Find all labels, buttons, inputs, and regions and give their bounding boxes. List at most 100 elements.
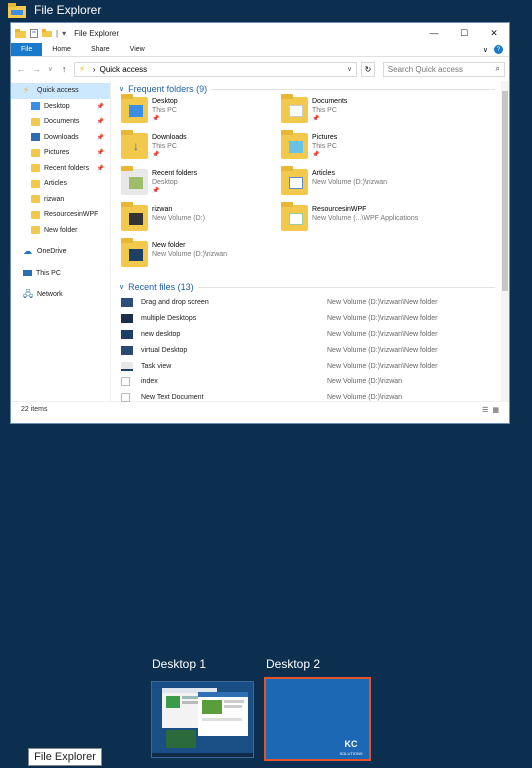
recent-file-row[interactable]: new desktop New Volume (D:)\rizwan\New fo… (121, 327, 509, 343)
details-view-icon[interactable]: ☰ (482, 406, 488, 414)
folder-tile-recent-folders[interactable]: Recent folders Desktop 📌 (121, 166, 281, 201)
folder-tile-pictures[interactable]: Pictures This PC 📌 (281, 130, 441, 165)
task-view-window-header[interactable]: File Explorer (0, 0, 532, 20)
section-title: Frequent folders (9) (128, 84, 208, 94)
nav-item-onedrive[interactable]: ☁ OneDrive (11, 244, 110, 260)
nav-item-desktop[interactable]: Desktop 📌 (11, 99, 110, 115)
tooltip: File Explorer (28, 748, 102, 766)
window-title: File Explorer (74, 28, 119, 38)
file-location: New Volume (D:)\rizwan (327, 394, 403, 402)
folder-tile-desktop[interactable]: Desktop This PC 📌 (121, 94, 281, 129)
nav-item-label: ResourcesinWPF (44, 211, 99, 219)
tab-view[interactable]: View (120, 43, 155, 56)
close-button[interactable]: ✕ (479, 23, 509, 43)
folder-tile-articles[interactable]: Articles New Volume (D:)\rizwan (281, 166, 441, 201)
up-button[interactable]: ↑ (58, 64, 70, 74)
folder-tile-new-folder[interactable]: New folder New Volume (D:)\rizwan (121, 238, 281, 273)
recent-locations-chevron-icon[interactable]: ∨ (46, 65, 54, 73)
scrollbar-thumb[interactable] (502, 91, 508, 291)
help-icon[interactable]: ? (494, 45, 503, 54)
folder-location: Desktop (152, 179, 178, 186)
nav-item-new-folder[interactable]: New folder (11, 223, 110, 239)
pin-icon: 📌 (312, 116, 320, 122)
expand-ribbon-chevron-icon[interactable]: ∨ (483, 46, 488, 54)
folder-location: This PC (152, 107, 177, 114)
nav-item-network[interactable]: 🖧 Network (11, 287, 110, 303)
folder-location: This PC (312, 143, 337, 150)
refresh-button[interactable]: ↻ (361, 61, 375, 77)
new-folder-icon[interactable] (42, 29, 52, 37)
folder-tile-downloads[interactable]: ↓ Downloads This PC 📌 (121, 130, 281, 165)
pin-icon[interactable]: 📌 (97, 165, 104, 172)
address-dropdown-chevron-icon[interactable]: ∨ (347, 65, 352, 73)
customize-toolbar-chevron-icon[interactable]: ▾ (62, 29, 66, 38)
desktop-folder-icon (121, 94, 148, 123)
pin-icon: 📌 (152, 152, 160, 158)
file-name: Drag and drop screen (141, 299, 209, 307)
pin-icon[interactable]: 📌 (97, 134, 104, 141)
desktop-1-thumbnail[interactable] (151, 681, 254, 758)
file-name: virtual Desktop (141, 346, 188, 354)
tab-file[interactable]: File (11, 43, 43, 56)
recent-folders-icon (121, 166, 148, 195)
nav-item-downloads[interactable]: Downloads 📌 (11, 130, 110, 146)
properties-icon[interactable] (30, 28, 38, 38)
recent-file-row[interactable]: Drag and drop screen New Volume (D:)\rizw… (121, 295, 509, 311)
recent-file-row[interactable]: multiple Desktops New Volume (D:)\rizwan\… (121, 311, 509, 327)
tab-home[interactable]: Home (42, 43, 81, 56)
recent-file-row[interactable]: New Text Document New Volume (D:)\rizwan (121, 390, 509, 406)
pin-icon[interactable]: 📌 (97, 103, 104, 110)
section-divider (211, 88, 495, 90)
nav-item-label: Documents (44, 118, 80, 126)
nav-item-documents[interactable]: Documents 📌 (11, 114, 110, 130)
maximize-button[interactable]: ☐ (449, 23, 479, 43)
file-name: new desktop (141, 330, 181, 338)
quick-access-lightning-icon: ⚡ (78, 63, 86, 74)
recent-files-header[interactable]: ∨ Recent files (13) (119, 279, 509, 295)
title-bar[interactable]: | ▾ File Explorer — ☐ ✕ (11, 23, 509, 43)
tab-share[interactable]: Share (81, 43, 120, 56)
folder-tile-documents[interactable]: Documents This PC 📌 (281, 94, 441, 129)
nav-item-label: Recent folders (44, 164, 90, 172)
nav-item-this-pc[interactable]: This PC (11, 266, 110, 282)
toolbar-separator: | (56, 28, 59, 38)
collapse-chevron-icon: ∨ (119, 284, 125, 291)
forward-button[interactable]: → (31, 64, 43, 74)
search-input[interactable]: Search Quick access ⌕ (382, 61, 505, 77)
network-icon: 🖧 (23, 288, 34, 299)
folder-location: New Volume (...\WPF Applications (312, 215, 419, 222)
nav-item-label: OneDrive (37, 248, 67, 256)
nav-item-recent-folders[interactable]: Recent folders 📌 (11, 161, 110, 177)
downloads-icon (31, 133, 40, 142)
recent-file-row[interactable]: Task view New Volume (D:)\rizwan\New fold… (121, 358, 509, 374)
file-explorer-window[interactable]: | ▾ File Explorer — ☐ ✕ File Home Share … (10, 22, 510, 424)
breadcrumb-separator-icon: › (92, 64, 96, 74)
pictures-folder-icon (31, 148, 40, 157)
nav-item-resourcesinwpf[interactable]: ResourcesinWPF (11, 207, 110, 223)
recent-file-row[interactable]: virtual Desktop New Volume (D:)\rizwan\Ne… (121, 342, 509, 358)
nav-item-pictures[interactable]: Pictures 📌 (11, 145, 110, 161)
folder-tile-rizwan[interactable]: rizwan New Volume (D:) (121, 202, 281, 237)
recent-file-row[interactable]: index New Volume (D:)\rizwan (121, 374, 509, 390)
folder-location: New Volume (D:)\rizwan (152, 251, 228, 258)
recent-files-list: Drag and drop screen New Volume (D:)\rizw… (119, 295, 509, 406)
address-bar[interactable]: ⚡ › Quick access ∨ (73, 61, 358, 77)
back-button[interactable]: ← (15, 64, 27, 74)
folder-icon (31, 226, 40, 235)
desktop-2-thumbnail[interactable]: KC SOLUTIONS (264, 677, 371, 761)
vertical-scrollbar[interactable] (501, 81, 509, 401)
file-location: New Volume (D:)\rizwan\New folder (327, 315, 438, 323)
large-icons-view-icon[interactable]: ▦ (492, 406, 499, 414)
pin-icon[interactable]: 📌 (97, 118, 104, 125)
image-file-icon (121, 314, 133, 324)
breadcrumb-quick-access[interactable]: Quick access (100, 65, 148, 74)
file-name: multiple Desktops (141, 315, 197, 323)
nav-item-articles[interactable]: Articles (11, 176, 110, 192)
frequent-folders-header[interactable]: ∨ Frequent folders (9) (119, 81, 509, 97)
minimize-button[interactable]: — (419, 23, 449, 43)
pin-icon[interactable]: 📌 (97, 149, 104, 156)
rizwan-folder-icon (121, 202, 148, 231)
nav-item-quick-access[interactable]: ⚡ Quick access (11, 83, 110, 99)
folder-tile-resourcesinwpf[interactable]: ResourcesinWPF New Volume (...\WPF Applic… (281, 202, 441, 237)
nav-item-rizwan[interactable]: rizwan (11, 192, 110, 208)
